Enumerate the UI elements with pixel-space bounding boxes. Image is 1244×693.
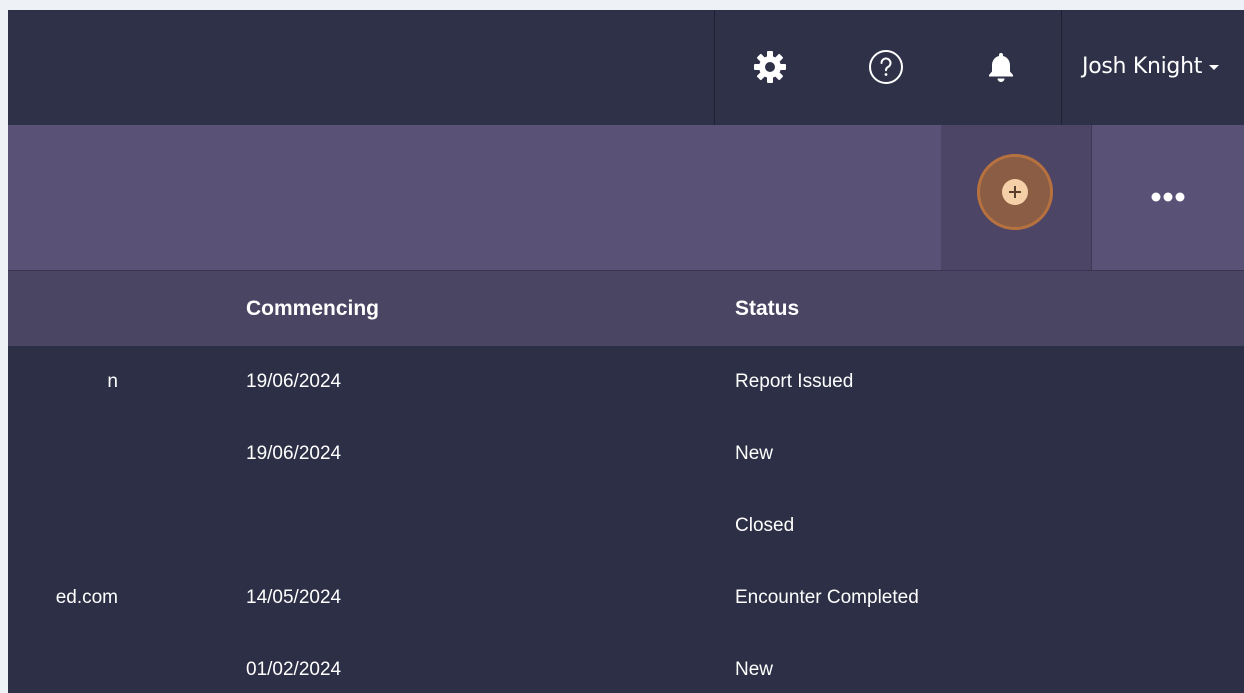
table-row[interactable]: 19/06/2024 New [8, 418, 1244, 491]
table-row[interactable]: 01/02/2024 New [8, 634, 1244, 693]
user-menu[interactable]: Josh Knight [1082, 54, 1220, 79]
cell-email: ed.com [55, 587, 118, 608]
table-row[interactable]: Closed [8, 490, 1244, 563]
cell-commencing: 19/06/2024 [246, 371, 342, 392]
action-band [8, 125, 1244, 270]
table-row[interactable]: n 19/06/2024 Report Issued [8, 346, 1244, 419]
cell-commencing: 14/05/2024 [246, 587, 342, 608]
cell-status: New [735, 659, 774, 680]
cell-commencing: 01/02/2024 [246, 659, 342, 680]
column-header-commencing[interactable]: Commencing [246, 297, 379, 321]
column-header-status[interactable]: Status [735, 297, 799, 321]
table-row[interactable]: ed.com 14/05/2024 Encounter Completed [8, 562, 1244, 635]
gear-icon[interactable] [750, 47, 790, 87]
cell-email: n [107, 371, 118, 392]
cell-status: Report Issued [735, 371, 854, 392]
cell-status: Closed [735, 515, 795, 536]
add-button[interactable] [977, 154, 1053, 230]
band-divider [1091, 125, 1092, 270]
table-header: Commencing Status [8, 270, 1244, 346]
topbar-divider [714, 10, 715, 125]
cell-status: New [735, 443, 774, 464]
chevron-down-icon [1209, 64, 1220, 70]
add-cell [941, 125, 1091, 270]
bell-icon[interactable] [981, 47, 1021, 87]
ellipsis-icon [1151, 192, 1185, 202]
cell-status: Encounter Completed [735, 587, 919, 608]
more-options-button[interactable] [1138, 177, 1198, 217]
top-bar: Josh Knight [8, 10, 1244, 125]
plus-circle-icon [1002, 179, 1028, 205]
topbar-divider [1061, 10, 1062, 125]
cell-commencing: 19/06/2024 [246, 443, 342, 464]
app-frame: Josh Knight Commencing Status n 19/06/20… [8, 10, 1244, 693]
question-circle-icon[interactable] [866, 47, 906, 87]
user-name: Josh Knight [1082, 54, 1203, 79]
